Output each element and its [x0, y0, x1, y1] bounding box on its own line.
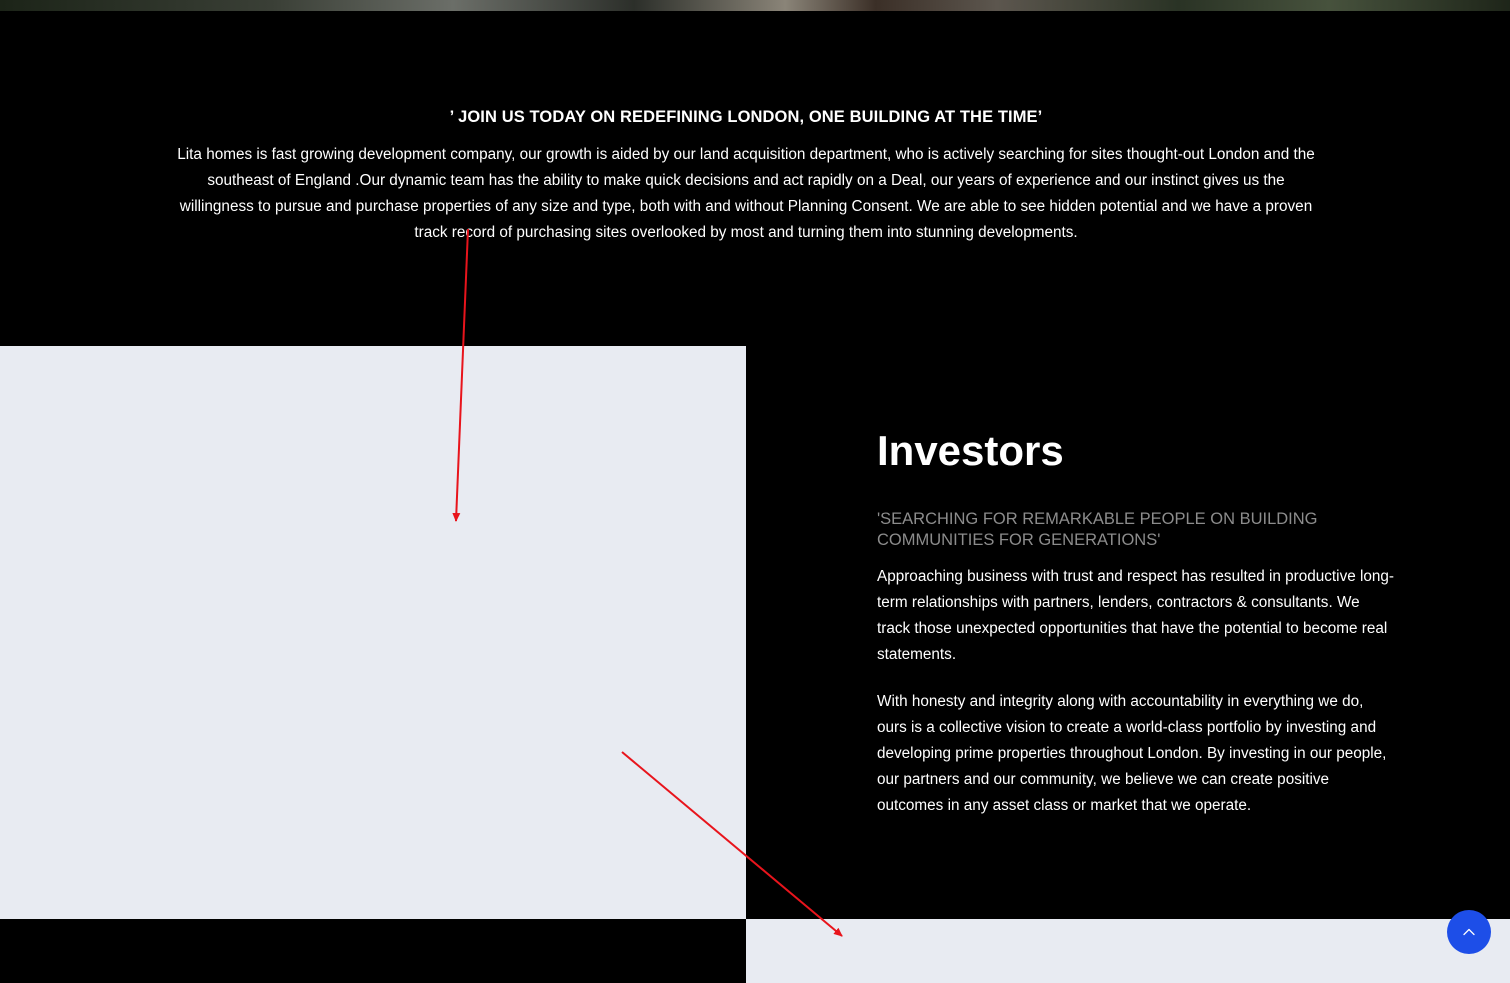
- join-heading: ’ JOIN US TODAY ON REDEFINING LONDON, ON…: [449, 108, 1043, 126]
- hero-image-strip: [0, 0, 1510, 11]
- investors-title: Investors: [877, 427, 1064, 474]
- join-body-text: Lita homes is fast growing development c…: [177, 146, 1315, 241]
- investors-subtitle: 'SEARCHING FOR REMARKABLE PEOPLE ON BUIL…: [877, 510, 1318, 549]
- investors-image-placeholder: [0, 346, 746, 919]
- next-section-image-placeholder: [746, 919, 1510, 983]
- investors-paragraph: With honesty and integrity along with ac…: [877, 693, 1387, 814]
- investors-paragraph: Approaching business with trust and resp…: [877, 568, 1394, 663]
- scroll-to-top-button[interactable]: [1447, 910, 1491, 954]
- chevron-up-icon: [1463, 928, 1475, 936]
- page: ’ JOIN US TODAY ON REDEFINING LONDON, ON…: [0, 0, 1510, 983]
